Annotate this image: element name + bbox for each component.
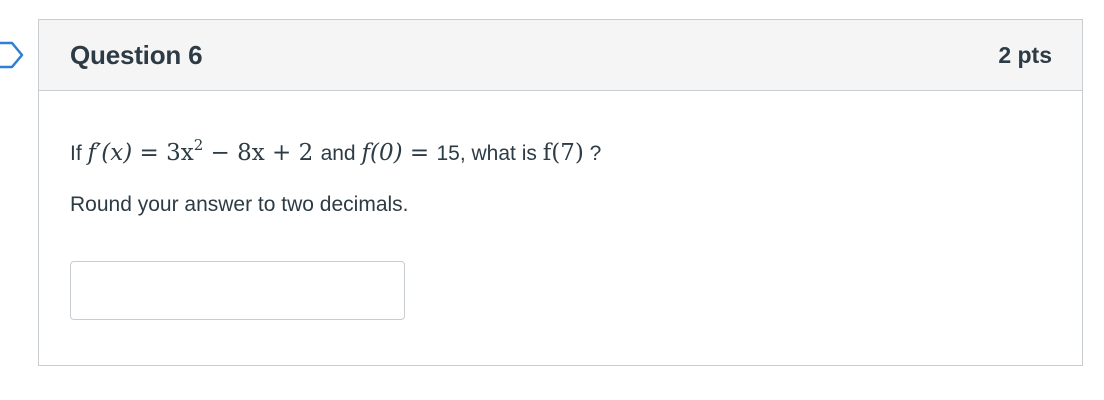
equals-sign: = [139, 140, 159, 166]
initial-condition: f(0) = [361, 140, 436, 166]
question-title: Question 6 [70, 39, 203, 70]
question-mark: ? [589, 142, 602, 165]
question-points: 2 pts [998, 41, 1052, 68]
text-if: If [70, 142, 82, 165]
text-what-is: , what is [459, 142, 537, 165]
initial-equals: = [409, 140, 430, 166]
question-flag-icon[interactable] [0, 40, 24, 70]
question-header: Question 6 2 pts [39, 20, 1082, 91]
answer-input[interactable] [70, 261, 405, 320]
derivative-lhs: f′(x) [87, 140, 133, 166]
derivative-rhs-rest: − 8x + 2 [210, 140, 314, 166]
initial-rhs: 15 [436, 142, 460, 165]
question-body: If f′(x) = 3x2 − 8x + 2 and f(0) = 15, w… [39, 137, 1082, 320]
text-and: and [320, 142, 356, 165]
derivative-equation: f′(x) = 3x2 − 8x + 2 [87, 138, 321, 167]
derivative-rhs-term1: 3x [166, 140, 194, 166]
question-card: Question 6 2 pts If f′(x) = 3x2 − 8x + 2… [38, 19, 1083, 366]
instruction-text: Round your answer to two decimals. [70, 193, 409, 216]
initial-lhs: f(0) [361, 140, 403, 166]
derivative-rhs-exponent: 2 [193, 136, 204, 154]
question-text: If f′(x) = 3x2 − 8x + 2 and f(0) = 15, w… [70, 137, 1082, 170]
target-expression: f(7) [542, 140, 584, 166]
